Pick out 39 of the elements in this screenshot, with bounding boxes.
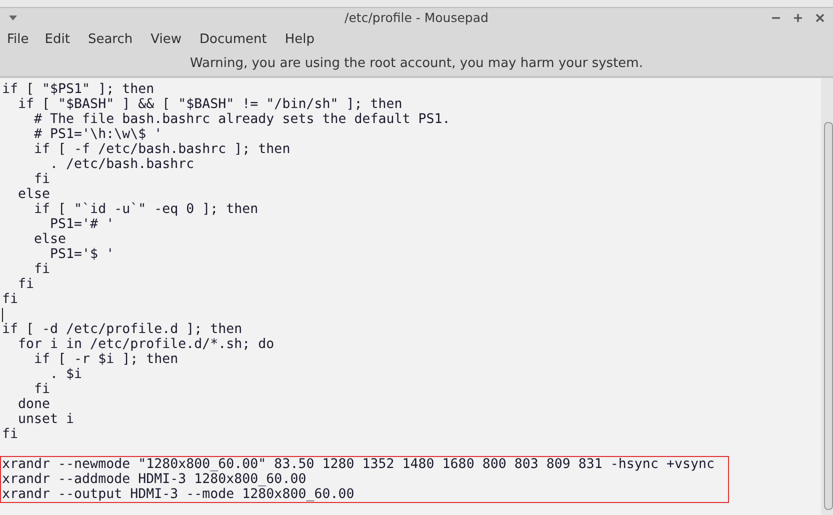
code-line: if [ -r $i ]; then: [33, 352, 180, 367]
code-line: else: [17, 187, 52, 202]
code-line: # The file bash.bashrc already sets the default PS1.: [33, 112, 452, 127]
code-line: . $i: [50, 367, 84, 382]
code-line: xrandr --newmode "1280x800_60.00" 83.50 1280 1352 1480 1680 800 803 809 831 -hsync +vsync: [2, 457, 716, 472]
code-line: PS1='$ ': [50, 247, 116, 262]
code-line: fi: [33, 382, 52, 397]
code-line: if [ "$BASH" ] && [ "$BASH" != "/bin/sh" ]; then: [17, 97, 404, 112]
code-line: done: [17, 397, 52, 412]
code-line: unset i: [18, 412, 76, 427]
code-line: . /etc/bash.bashrc: [50, 157, 196, 172]
code-line: if [ -d /etc/profile.d ]; then: [2, 322, 244, 337]
code-line: xrandr --output HDMI-3 --mode 1280x800_60.00: [2, 487, 356, 502]
code-line: if [ "`id -u`" -eq 0 ]; then: [33, 202, 260, 217]
menu-item[interactable]: Search: [88, 32, 142, 46]
menu-item[interactable]: Document: [199, 32, 276, 46]
code-line: if [ "$PS1" ]; then: [2, 82, 156, 97]
caret-icon[interactable]: [8, 14, 18, 20]
maximize-icon[interactable]: [793, 12, 803, 22]
scrollbar-thumb[interactable]: [824, 122, 833, 510]
code-line: fi: [2, 427, 20, 442]
menu-item[interactable]: Edit: [44, 32, 79, 46]
code-line: for i in /etc/profile.d/*.sh; do: [17, 337, 276, 352]
warning-message: Warning, you are using the root account, you may harm your system.: [190, 56, 643, 71]
code-line: else: [33, 232, 68, 247]
code-line: if [ -f /etc/bash.bashrc ]; then: [33, 142, 292, 157]
scrollbar[interactable]: [821, 78, 833, 515]
code-line: PS1='# ': [49, 217, 116, 232]
code-line: fi: [34, 262, 52, 277]
code-line: xrandr --addmode HDMI-3 1280x800_60.00: [2, 472, 308, 487]
code-line: # PS1='\h:\w\$ ': [33, 127, 164, 142]
code-line: fi: [2, 292, 20, 307]
code-line: fi: [18, 277, 36, 292]
menu-item[interactable]: Help: [284, 32, 324, 46]
close-icon[interactable]: [815, 12, 825, 22]
menu-item[interactable]: View: [150, 32, 190, 46]
menu-item[interactable]: File: [7, 32, 38, 46]
code-line: fi: [33, 172, 52, 187]
window-title: /etc/profile - Mousepad: [344, 10, 488, 25]
